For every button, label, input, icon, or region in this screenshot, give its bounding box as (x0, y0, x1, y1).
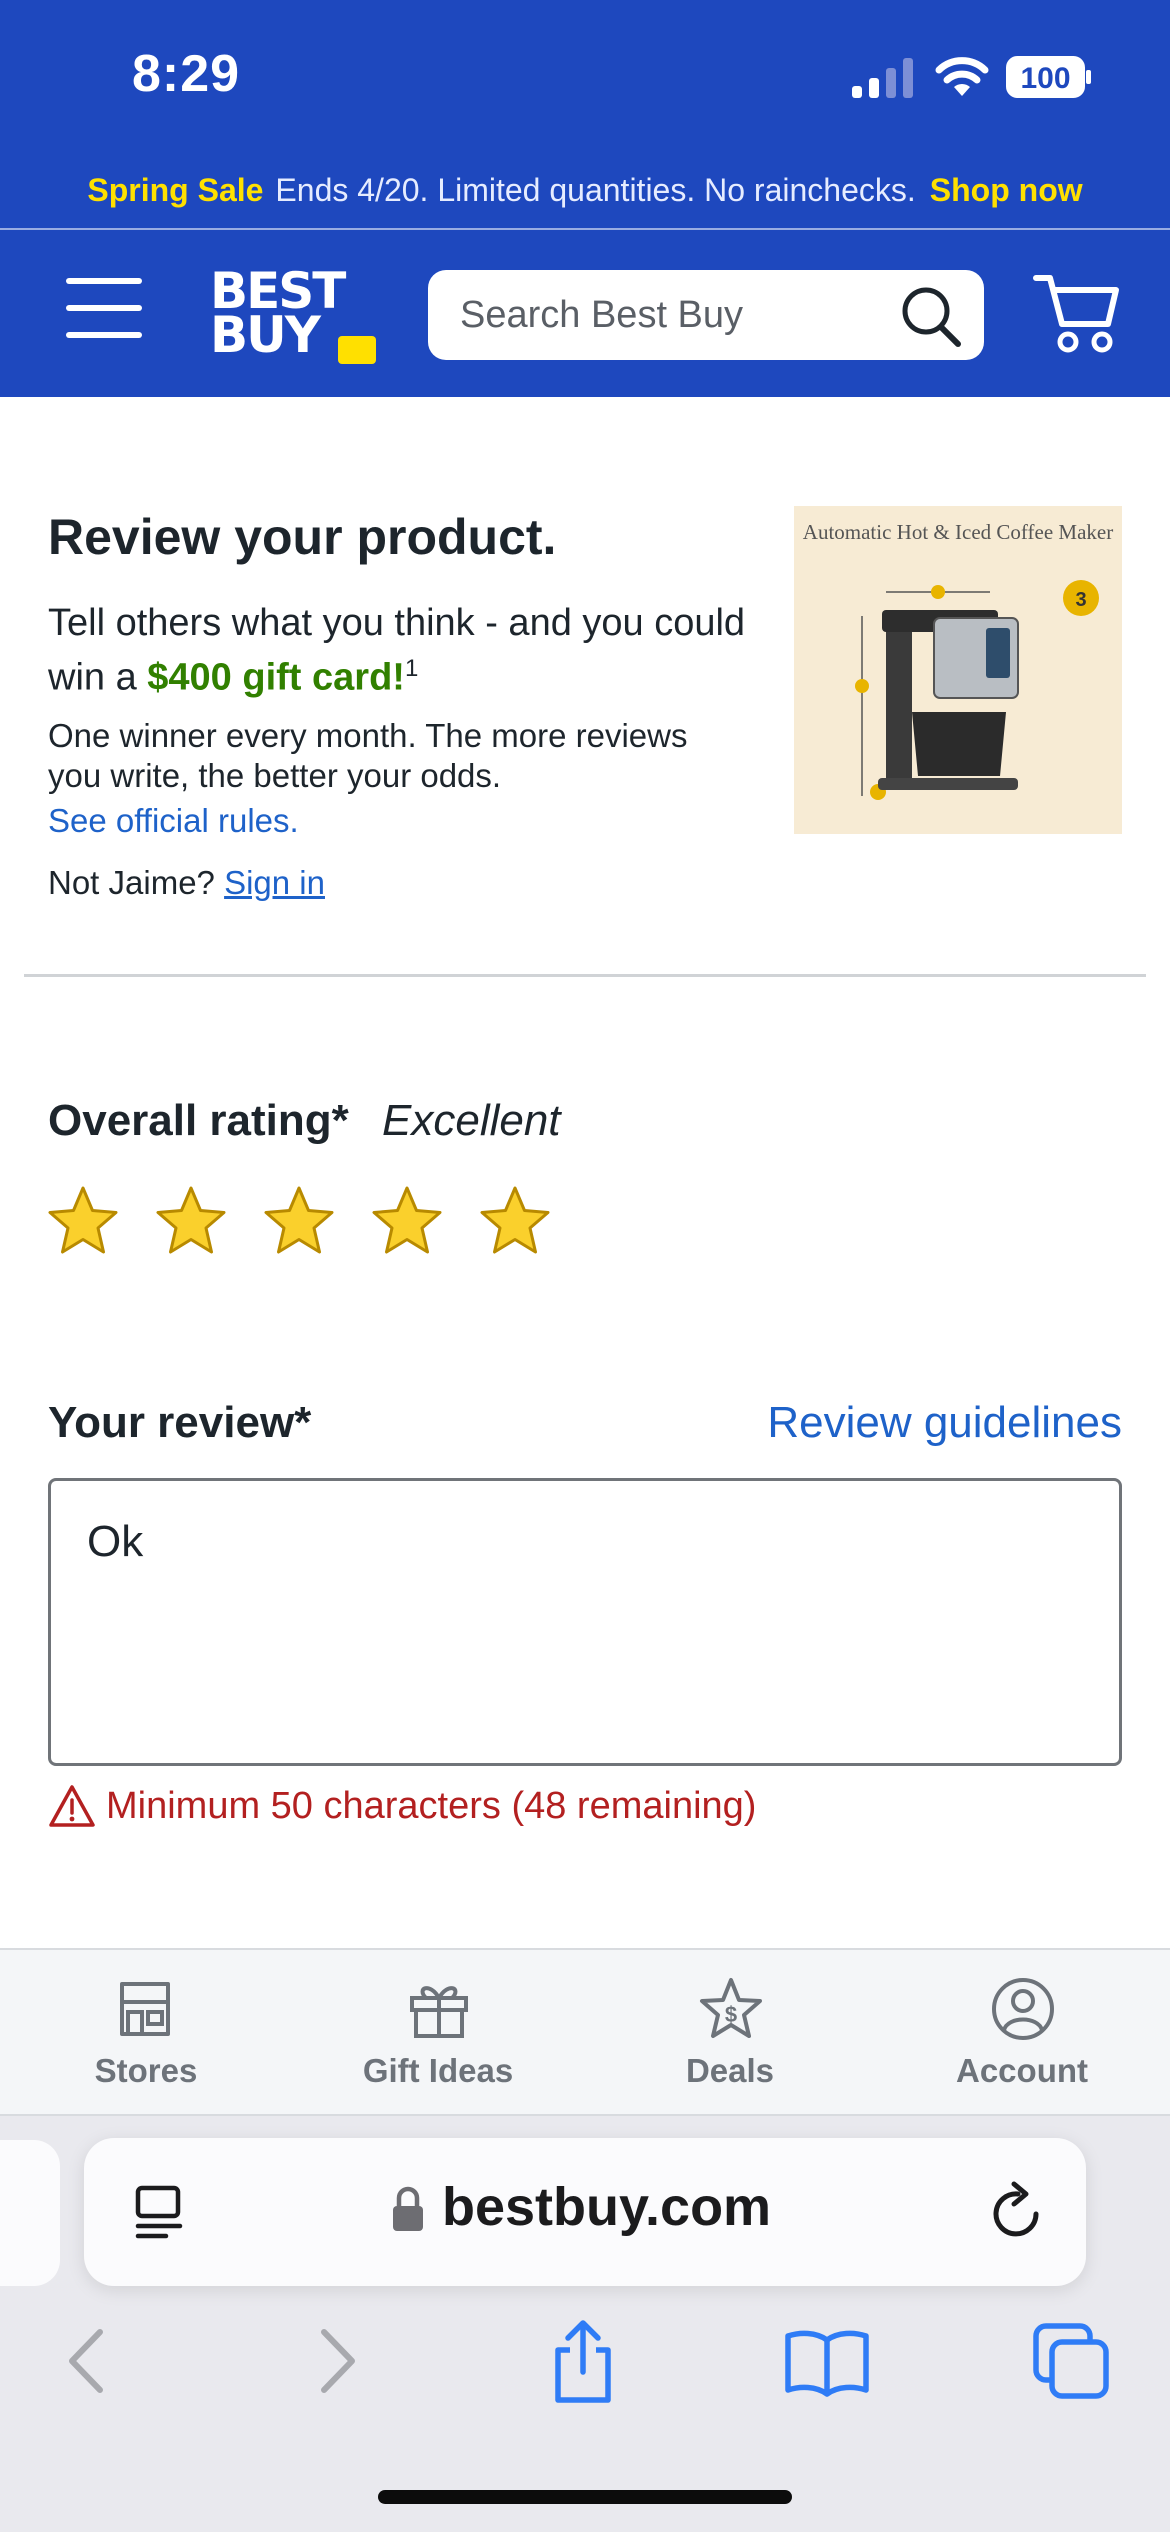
search-placeholder: Search Best Buy (460, 294, 744, 336)
gift-icon (410, 1986, 468, 2038)
previous-tab-preview[interactable] (0, 2140, 60, 2286)
tabs-icon[interactable] (1026, 2316, 1116, 2406)
deals-star-icon: $ (700, 1978, 762, 2038)
logo-tag (338, 336, 376, 364)
product-badge-number: 3 (1075, 589, 1086, 611)
battery-icon: 100 (1006, 56, 1091, 98)
footnote-marker: 1 (404, 655, 419, 682)
your-review-label: Your review* (48, 1398, 312, 1447)
review-error-message: Minimum 50 characters (48 remaining) (48, 1784, 756, 1828)
not-user-text: Not Jaime? (48, 864, 215, 901)
store-icon (120, 1982, 170, 2036)
best-buy-logo[interactable]: BEST BUY (210, 266, 380, 364)
status-bar: 8:29 100 (0, 0, 1170, 150)
promo-text: Ends 4/20. Limited quantities. No rainch… (275, 171, 916, 208)
bookmarks-icon[interactable] (782, 2316, 872, 2406)
overall-rating-label: Overall rating* (48, 1096, 349, 1145)
back-icon[interactable] (40, 2316, 130, 2406)
promo-highlight: Spring Sale (87, 171, 264, 208)
svg-text:$: $ (725, 2002, 737, 2027)
section-divider (24, 974, 1146, 977)
warning-icon (49, 1785, 95, 1827)
review-guidelines-link[interactable]: Review guidelines (767, 1398, 1122, 1448)
official-rules-link[interactable]: See official rules. (48, 802, 299, 840)
search-icon[interactable] (898, 284, 964, 348)
page-title: Review your product. (48, 509, 557, 565)
tab-stores[interactable]: Stores (0, 1950, 292, 2114)
battery-level: 100 (1020, 62, 1070, 95)
bottom-tab-bar: Stores Gift Ideas $ Deals Account (0, 1948, 1170, 2116)
error-text: Minimum 50 characters (48 remaining) (106, 1784, 757, 1827)
logo-line-2: BUY (210, 306, 321, 364)
wifi-icon (935, 57, 989, 96)
status-time: 8:29 (132, 45, 241, 103)
intro-subtitle: Tell others what you think - and you cou… (48, 600, 748, 701)
forward-icon[interactable] (294, 2316, 384, 2406)
url-text: bestbuy.com (442, 2177, 772, 2237)
cellular-signal-icon (852, 58, 913, 98)
search-input[interactable]: Search Best Buy (428, 270, 984, 360)
star-3-icon[interactable] (262, 1184, 336, 1258)
address-bar[interactable]: bestbuy.com (84, 2138, 1086, 2286)
not-user-line: Not Jaime? Sign in (48, 864, 325, 902)
battery-indicator: 100 (1006, 56, 1092, 98)
review-text-value: Ok (87, 1517, 144, 1566)
winner-text: One winner every month. The more reviews… (48, 717, 688, 794)
tab-gift-ideas[interactable]: Gift Ideas (292, 1950, 584, 2114)
reload-icon[interactable] (986, 2180, 1048, 2244)
tab-stores-label: Stores (94, 2052, 198, 2089)
promo-banner: Spring Sale Ends 4/20. Limited quantitie… (0, 150, 1170, 230)
sign-in-link[interactable]: Sign in (224, 864, 325, 901)
site-header: BEST BUY Search Best Buy (0, 230, 1170, 397)
tab-deals[interactable]: $ Deals (584, 1950, 876, 2114)
page-menu-icon[interactable] (130, 2182, 190, 2242)
browser-chrome: bestbuy.com (0, 2116, 1170, 2532)
star-5-icon[interactable] (478, 1184, 552, 1258)
prize-text: $400 gift card! (147, 656, 405, 699)
menu-button[interactable] (66, 278, 142, 338)
promo-shop-link[interactable]: Shop now (930, 172, 1083, 209)
review-textarea[interactable]: Ok (48, 1478, 1122, 1766)
tab-deals-label: Deals (685, 2052, 775, 2089)
star-2-icon[interactable] (154, 1184, 228, 1258)
star-4-icon[interactable] (370, 1184, 444, 1258)
tab-account-label: Account (956, 2052, 1088, 2089)
rating-value-text: Excellent (382, 1096, 561, 1145)
product-image: Automatic Hot & Iced Coffee Maker 3 (794, 506, 1122, 834)
star-rating[interactable] (46, 1184, 566, 1264)
share-icon[interactable] (538, 2316, 628, 2406)
cart-icon[interactable] (1032, 268, 1122, 356)
lock-icon (393, 2186, 423, 2231)
tab-account[interactable]: Account (876, 1950, 1168, 2114)
account-icon (992, 1978, 1054, 2040)
home-indicator (378, 2490, 792, 2504)
tab-gift-ideas-label: Gift Ideas (362, 2052, 514, 2089)
coffee-maker-illustration: 3 (855, 580, 1099, 800)
star-1-icon[interactable] (46, 1184, 120, 1258)
